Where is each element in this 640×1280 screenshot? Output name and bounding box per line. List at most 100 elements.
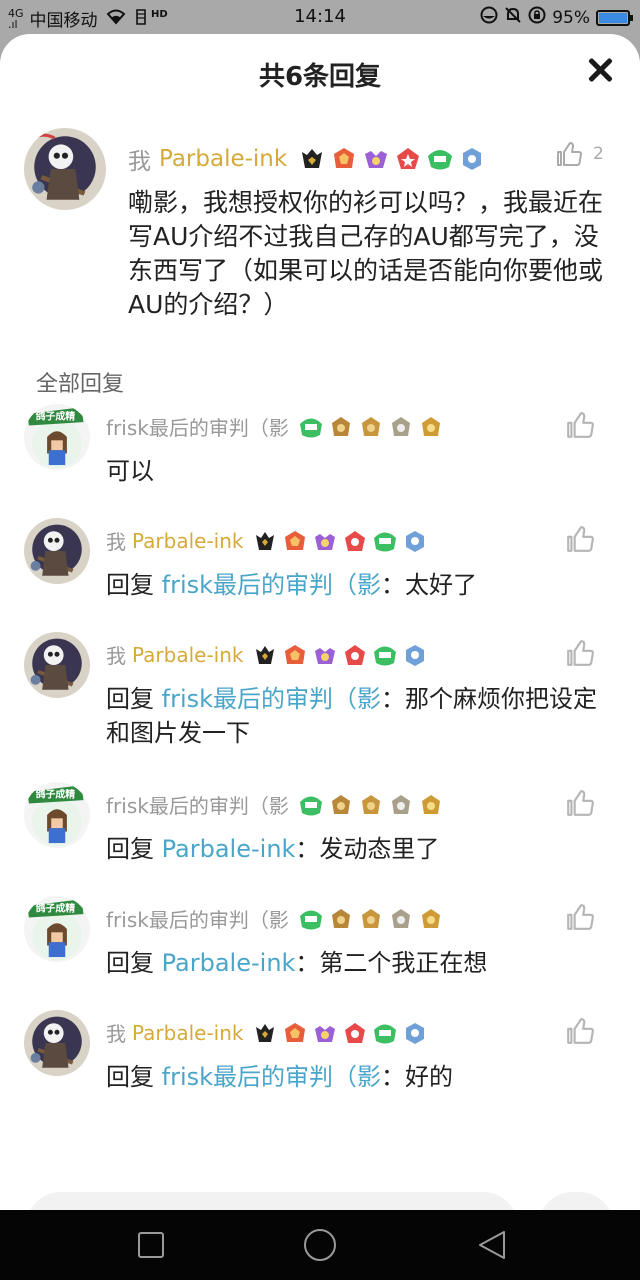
avatar[interactable] xyxy=(24,1010,90,1076)
bronze-badge-icon xyxy=(361,794,380,814)
red-badge-icon xyxy=(345,644,366,665)
emoji-button[interactable] xyxy=(538,1192,614,1210)
avatar[interactable] xyxy=(24,128,106,210)
list-item[interactable]: 鸽子成精 frisk最后的审判（影 可以 xyxy=(0,404,640,504)
list-item[interactable]: 鸽子成精 frisk最后的审判（影回复 Parbale-ink：发动态里了 xyxy=(0,782,640,882)
green-badge-icon xyxy=(374,1024,397,1043)
badge-row xyxy=(299,415,443,439)
list-item[interactable]: 我 Parbale-ink 回复 frisk最后的审判（影：那个麻烦你把设定和图片发… xyxy=(0,632,640,747)
avatar[interactable]: 鸽子成精 xyxy=(24,782,90,848)
status-right: 95% xyxy=(480,6,633,29)
svg-text:鸽子成精: 鸽子成精 xyxy=(36,410,76,423)
reply-message: ：第二个我正在想 xyxy=(295,949,488,977)
crown-badge-icon xyxy=(302,149,323,168)
thumbs-up-icon[interactable] xyxy=(565,1016,595,1046)
purple-badge-icon xyxy=(315,647,336,664)
reply-input[interactable] xyxy=(26,1192,518,1210)
sheet-title: 共6条回复 xyxy=(258,62,382,92)
gold-badge-icon xyxy=(421,794,440,814)
reply-text: 回复 frisk最后的审判（影：太好了 xyxy=(106,568,606,602)
username[interactable]: frisk最后的审判（影 xyxy=(106,904,289,933)
close-icon[interactable] xyxy=(584,54,616,86)
recent-apps-button[interactable] xyxy=(138,1232,164,1258)
thumbs-up-icon[interactable] xyxy=(565,788,595,818)
badge-row xyxy=(253,529,427,553)
purple-badge-icon xyxy=(315,533,336,550)
purple-badge-icon xyxy=(365,151,388,168)
eye-care-icon xyxy=(480,6,498,29)
me-tag: 我 xyxy=(106,530,126,554)
green-badge-icon xyxy=(374,646,397,665)
mention-link[interactable]: frisk最后的审判（影 xyxy=(162,1063,381,1091)
purple-badge-icon xyxy=(315,1025,336,1042)
list-item[interactable]: 我 Parbale-ink 回复 frisk最后的审判（影：太好了 xyxy=(0,518,640,618)
reply-message: ：太好了 xyxy=(381,571,478,599)
avatar[interactable]: 鸽子成精 xyxy=(24,404,90,470)
username[interactable]: Parbale-ink xyxy=(132,643,243,667)
home-button[interactable] xyxy=(304,1229,336,1261)
all-replies-heading: 全部回复 xyxy=(36,372,125,397)
mention-link[interactable]: frisk最后的审判（影 xyxy=(162,685,381,713)
thumbs-up-icon[interactable] xyxy=(565,902,595,932)
silver-badge-icon xyxy=(391,908,410,928)
level-badge-icon xyxy=(285,530,306,550)
mute-icon xyxy=(504,6,522,29)
me-tag: 我 xyxy=(106,644,126,668)
reply-author[interactable]: frisk最后的审判（影 xyxy=(106,790,443,819)
reply-prefix: 回复 xyxy=(106,949,162,977)
silver-badge-icon xyxy=(391,416,410,436)
username[interactable]: frisk最后的审判（影 xyxy=(106,790,289,819)
reply-author[interactable]: 我 Parbale-ink xyxy=(106,1018,427,1047)
silver-badge-icon xyxy=(391,794,410,814)
green-badge-icon xyxy=(299,910,322,929)
mention-link[interactable]: Parbale-ink xyxy=(162,949,296,977)
reply-text: 回复 frisk最后的审判（影：那个麻烦你把设定和图片发一下 xyxy=(106,682,606,750)
reply-message: 可以 xyxy=(106,457,154,485)
thumbs-up-icon[interactable] xyxy=(565,524,595,554)
reply-author[interactable]: 我 Parbale-ink xyxy=(106,640,427,669)
avatar[interactable]: 鸽子成精 xyxy=(24,896,90,962)
mention-link[interactable]: Parbale-ink xyxy=(162,835,296,863)
blue-badge-icon xyxy=(406,1022,425,1044)
thumbs-up-icon xyxy=(557,142,582,166)
badge-row xyxy=(299,146,485,172)
green-badge-icon xyxy=(299,796,322,815)
list-item[interactable]: 鸽子成精 frisk最后的审判（影 回复 Parbale-ink：第二个我正在想 xyxy=(0,896,640,996)
red-badge-icon xyxy=(345,1022,366,1043)
avatar[interactable] xyxy=(24,632,90,698)
comment-author[interactable]: 我 Parbale-ink xyxy=(128,142,485,176)
mention-link[interactable]: frisk最后的审判（影 xyxy=(162,571,381,599)
badge-row xyxy=(253,1021,427,1045)
back-button[interactable] xyxy=(476,1229,508,1261)
crown-badge-icon xyxy=(256,1023,275,1042)
bronze-badge-icon xyxy=(361,416,380,436)
like-button[interactable]: 2 xyxy=(555,140,604,168)
thumbs-up-icon[interactable] xyxy=(565,410,595,440)
level-badge-icon xyxy=(285,1022,306,1042)
like-count: 2 xyxy=(593,144,604,164)
reply-text: 回复 Parbale-ink：发动态里了 xyxy=(106,832,606,866)
blue-badge-icon xyxy=(406,530,425,552)
svg-text:鸽子成精: 鸽子成精 xyxy=(36,788,76,801)
badge-row xyxy=(253,643,427,667)
thumbs-up-icon[interactable] xyxy=(565,638,595,668)
me-tag: 我 xyxy=(106,1022,126,1046)
battery-icon xyxy=(596,9,633,26)
reply-prefix: 回复 xyxy=(106,1063,162,1091)
lock-rotation-icon xyxy=(528,6,546,29)
reply-author[interactable]: frisk最后的审判（影 xyxy=(106,904,443,933)
avatar[interactable] xyxy=(24,518,90,584)
username[interactable]: frisk最后的审判（影 xyxy=(106,412,289,441)
level-badge-icon xyxy=(334,148,355,168)
bronze-badge-icon xyxy=(331,908,350,928)
list-item[interactable]: 我 Parbale-ink 回复 frisk最后的审判（影：好的 xyxy=(0,1010,640,1110)
username[interactable]: Parbale-ink xyxy=(132,529,243,553)
reply-author[interactable]: frisk最后的审判（影 xyxy=(106,412,443,441)
username[interactable]: Parbale-ink xyxy=(132,1021,243,1045)
reply-author[interactable]: 我 Parbale-ink xyxy=(106,526,427,555)
bronze-badge-icon xyxy=(331,416,350,436)
navigation-bar xyxy=(0,1210,640,1280)
reply-message: ：好的 xyxy=(381,1063,454,1091)
status-bar: 4G .ıl 中国移动 HD 14:14 95% xyxy=(0,0,640,34)
username[interactable]: Parbale-ink xyxy=(159,146,287,172)
